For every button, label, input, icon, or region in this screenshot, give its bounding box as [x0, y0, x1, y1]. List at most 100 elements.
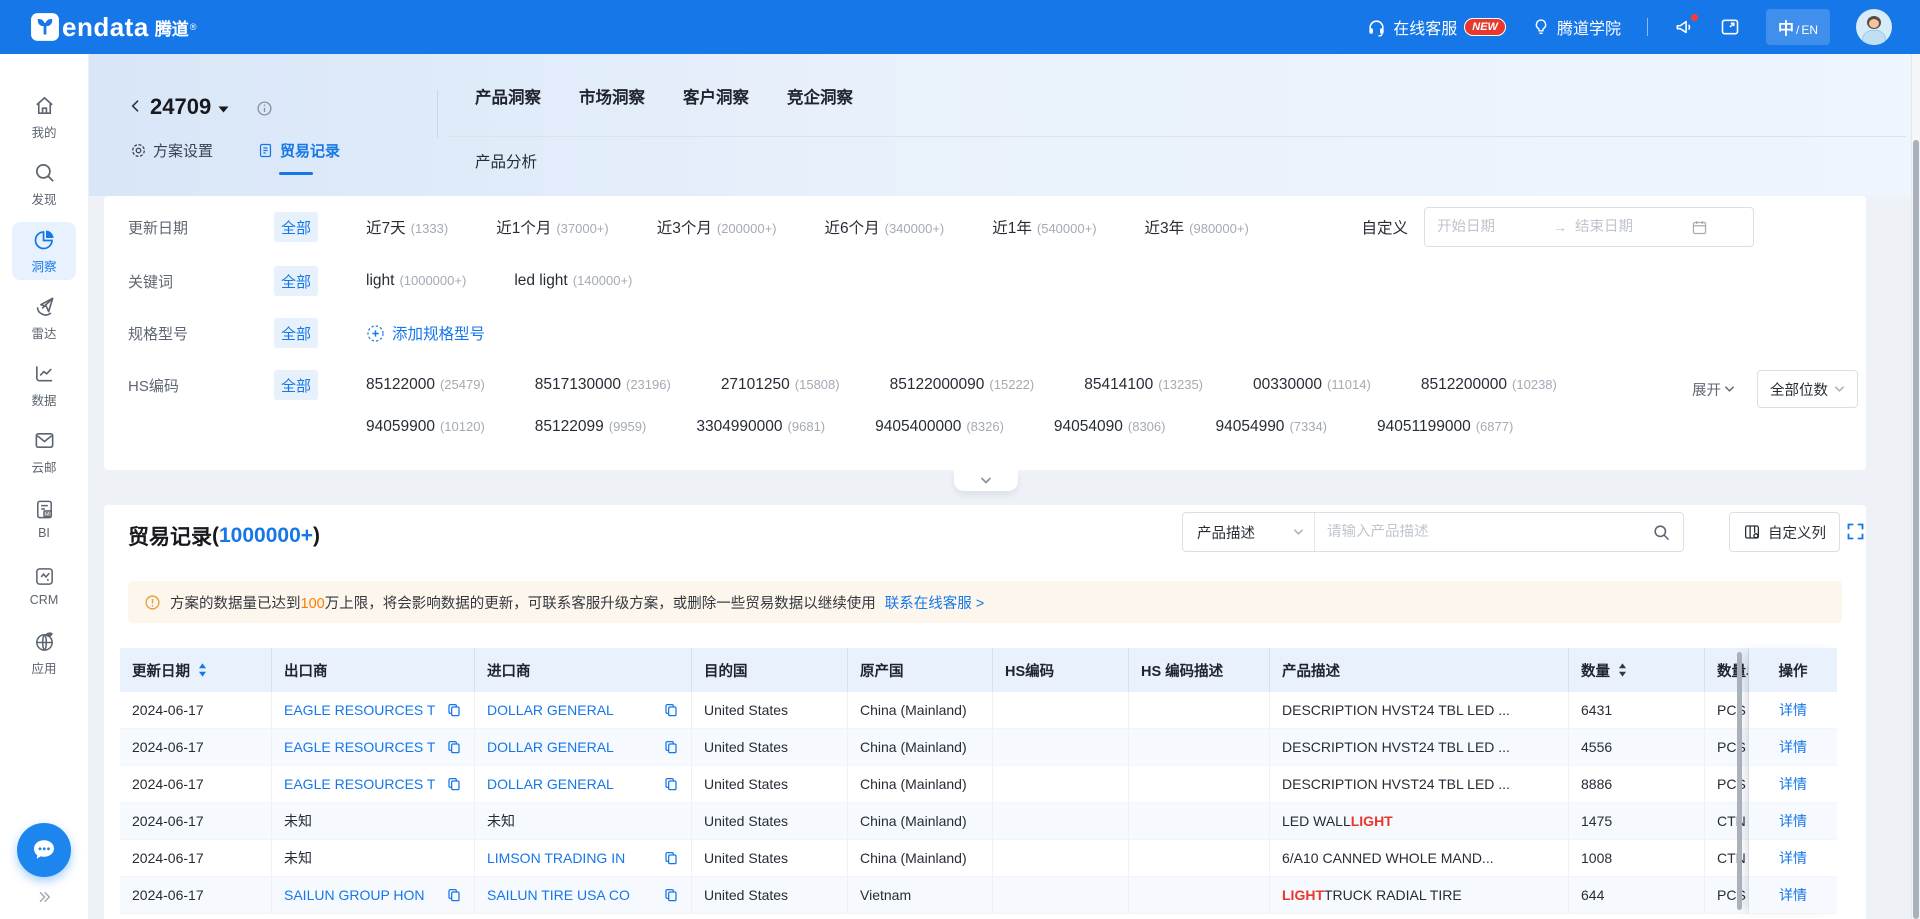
contact-service-link[interactable]: 联系在线客服 > — [885, 596, 985, 612]
sidebar-item-雷达[interactable]: 雷达 — [12, 289, 76, 347]
sidebar-item-应用[interactable]: 应用 — [12, 624, 76, 682]
search-field-select[interactable]: 产品描述 — [1183, 513, 1315, 551]
sidebar-item-洞察[interactable]: 洞察 — [12, 222, 76, 280]
copy-icon[interactable] — [446, 776, 462, 792]
hs-code-option[interactable]: 85414100(13235) — [1084, 376, 1203, 394]
search-icon[interactable] — [1652, 523, 1671, 542]
date-filter-option[interactable]: 近6个月(340000+) — [825, 216, 945, 238]
custom-columns-button[interactable]: 自定义列 — [1729, 512, 1840, 552]
tab-市场洞察[interactable]: 市场洞察 — [579, 84, 645, 108]
info-icon[interactable] — [256, 100, 273, 117]
importer-link[interactable]: SAILUN TIRE USA CO — [487, 887, 630, 903]
hs-code-option[interactable]: 8517130000(23196) — [535, 376, 671, 394]
fullscreen-icon[interactable] — [1845, 521, 1866, 542]
option-name: 00330000 — [1253, 376, 1322, 394]
hs-code-option[interactable]: 00330000(11014) — [1253, 376, 1371, 394]
page-scrollbar[interactable] — [1911, 54, 1920, 919]
sidebar-item-我的[interactable]: 我的 — [12, 88, 76, 146]
tab-竞企洞察[interactable]: 竞企洞察 — [787, 84, 853, 108]
back-button[interactable] — [128, 98, 144, 114]
hs-code-option[interactable]: 9405400000(8326) — [875, 418, 1004, 436]
detail-link[interactable]: 详情 — [1779, 737, 1807, 757]
announcement-icon[interactable] — [1674, 17, 1694, 37]
copy-icon[interactable] — [446, 739, 462, 755]
exporter-link[interactable]: SAILUN GROUP HON — [284, 887, 425, 903]
hs-code-option[interactable]: 94059900(10120) — [366, 418, 485, 436]
copy-icon[interactable] — [663, 776, 679, 792]
sort-carets-icon[interactable] — [1618, 662, 1627, 678]
keyword-filter-option[interactable]: led light(140000+) — [514, 272, 632, 290]
tab-客户洞察[interactable]: 客户洞察 — [683, 84, 749, 108]
hs-code-option[interactable]: 8512200000(10238) — [1421, 376, 1557, 394]
date-filter-option[interactable]: 近1个月(37000+) — [496, 216, 609, 238]
sort-carets-icon[interactable] — [198, 662, 207, 678]
chat-bubble-button[interactable] — [17, 823, 71, 877]
importer-link[interactable]: DOLLAR GENERAL — [487, 702, 614, 718]
column-header-更新日期[interactable]: 更新日期 — [120, 648, 272, 692]
hs-code-option[interactable]: 3304990000(9681) — [696, 418, 825, 436]
date-all-chip[interactable]: 全部 — [274, 212, 318, 242]
keyword-filter-option[interactable]: light(1000000+) — [366, 272, 466, 290]
hs-code-option[interactable]: 94054990(7334) — [1215, 418, 1327, 436]
academy-link[interactable]: 腾道学院 — [1532, 15, 1621, 39]
language-toggle[interactable]: 中 / EN — [1766, 9, 1830, 45]
online-service-link[interactable]: 在线客服 NEW — [1367, 15, 1506, 39]
date-filter-option[interactable]: 近1年(540000+) — [992, 216, 1096, 238]
custom-date-label[interactable]: 自定义 — [1361, 216, 1408, 238]
end-date-input[interactable] — [1575, 219, 1683, 235]
exporter-link[interactable]: EAGLE RESOURCES T — [284, 739, 435, 755]
add-spec-button[interactable]: 添加规格型号 — [366, 322, 485, 344]
importer-link[interactable]: DOLLAR GENERAL — [487, 776, 614, 792]
importer-link[interactable]: LIMSON TRADING IN — [487, 850, 625, 866]
date-range-picker[interactable]: → — [1424, 207, 1754, 247]
column-header-数量[interactable]: 数量 — [1569, 648, 1705, 692]
keyword-all-chip[interactable]: 全部 — [274, 266, 318, 296]
start-date-input[interactable] — [1437, 219, 1545, 235]
exporter-link[interactable]: EAGLE RESOURCES T — [284, 702, 435, 718]
detail-link[interactable]: 详情 — [1779, 848, 1807, 868]
hs-code-option[interactable]: 94051199000(6877) — [1377, 418, 1513, 436]
tab-产品洞察[interactable]: 产品洞察 — [475, 84, 541, 108]
importer-link[interactable]: DOLLAR GENERAL — [487, 739, 614, 755]
copy-icon[interactable] — [663, 850, 679, 866]
sidebar-collapse-button[interactable] — [34, 889, 54, 905]
hs-code-option[interactable]: 27101250(15808) — [721, 376, 840, 394]
hs-all-chip[interactable]: 全部 — [274, 370, 318, 400]
detail-link[interactable]: 详情 — [1779, 811, 1807, 831]
sidebar-item-发现[interactable]: 发现 — [12, 155, 76, 213]
date-filter-option[interactable]: 近7天(1333) — [366, 216, 448, 238]
hs-digits-select[interactable]: 全部位数 — [1757, 370, 1858, 408]
user-avatar[interactable] — [1856, 9, 1892, 45]
plan-id-selector[interactable]: 24709 — [150, 94, 230, 120]
table-vertical-scrollbar[interactable] — [1737, 652, 1742, 910]
hs-code-option[interactable]: 94054090(8306) — [1054, 418, 1166, 436]
product-search-input[interactable] — [1315, 524, 1652, 540]
sidebar-item-数据[interactable]: 数据 — [12, 356, 76, 414]
date-filter-option[interactable]: 近3年(980000+) — [1145, 216, 1249, 238]
spec-all-chip[interactable]: 全部 — [274, 318, 318, 348]
plan-tab-贸易记录[interactable]: 贸易记录 — [257, 140, 340, 175]
copy-icon[interactable] — [663, 702, 679, 718]
sidebar-item-CRM[interactable]: CRM — [12, 557, 76, 615]
sidebar-item-BI[interactable]: BIBI — [12, 490, 76, 548]
screen-expand-icon[interactable] — [1720, 17, 1740, 37]
detail-link[interactable]: 详情 — [1779, 885, 1807, 905]
sidebar-item-云邮[interactable]: 云邮 — [12, 423, 76, 481]
copy-icon[interactable] — [663, 739, 679, 755]
date-filter-option[interactable]: 近3个月(200000+) — [657, 216, 777, 238]
hs-code-option[interactable]: 85122000090(15222) — [890, 376, 1035, 394]
copy-icon[interactable] — [663, 887, 679, 903]
hs-expand-toggle[interactable]: 展开 — [1692, 379, 1735, 400]
copy-icon[interactable] — [446, 887, 462, 903]
copy-icon[interactable] — [446, 702, 462, 718]
hs-code-option[interactable]: 85122000(25479) — [366, 376, 485, 394]
detail-link[interactable]: 详情 — [1779, 774, 1807, 794]
page-scrollbar-thumb[interactable] — [1913, 140, 1919, 919]
tab-product-analysis[interactable]: 产品分析 — [475, 150, 537, 172]
tendata-logo[interactable]: endata 腾道 ® — [30, 12, 196, 43]
filter-collapse-tab[interactable] — [954, 470, 1018, 491]
exporter-link[interactable]: EAGLE RESOURCES T — [284, 776, 435, 792]
hs-code-option[interactable]: 85122099(9959) — [535, 418, 647, 436]
plan-tab-方案设置[interactable]: 方案设置 — [130, 140, 213, 175]
detail-link[interactable]: 详情 — [1779, 700, 1807, 720]
